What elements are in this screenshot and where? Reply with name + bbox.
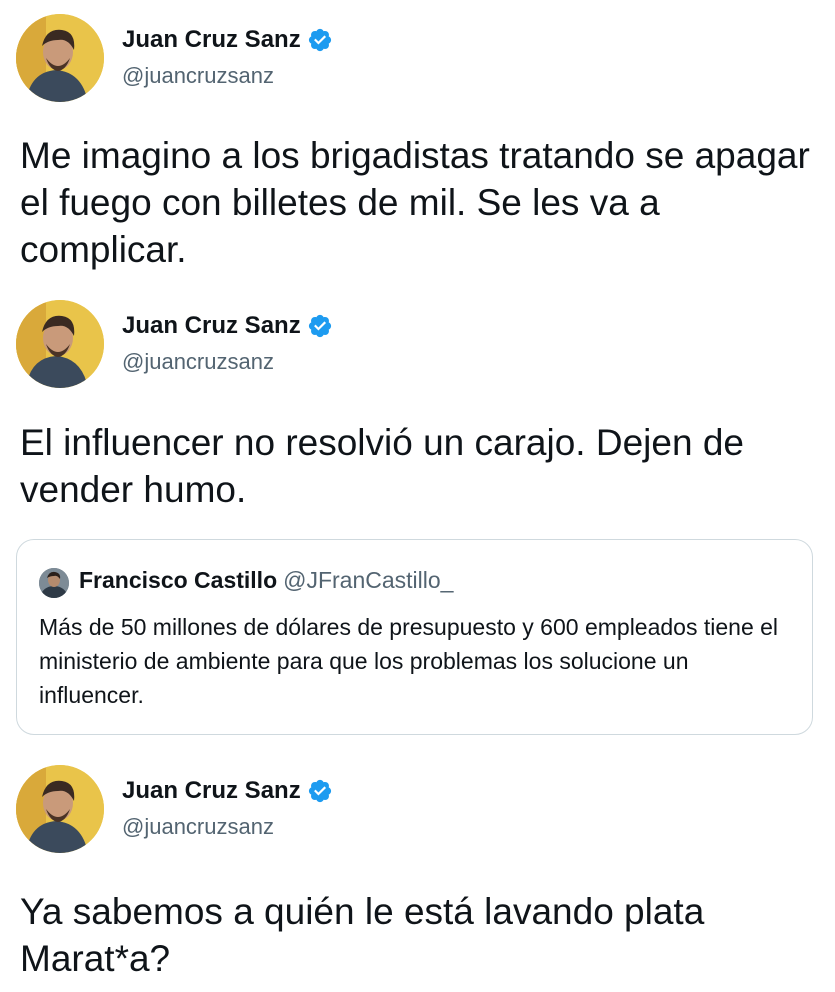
quoted-author-avatar[interactable]: [39, 568, 69, 598]
profile-photo-icon: [16, 14, 104, 102]
avatar[interactable]: [16, 14, 104, 102]
author-name[interactable]: Juan Cruz Sanz: [122, 312, 301, 340]
tweet-text: Ya sabemos a quién le está lavando plata…: [20, 891, 705, 979]
avatar[interactable]: [16, 765, 104, 853]
tweet-3: Juan Cruz Sanz @juancruzsanz Ya sabemos …: [0, 765, 835, 992]
quoted-tweet-card[interactable]: Francisco Castillo @JFranCastillo_ Más de…: [16, 539, 813, 735]
profile-photo-icon: [16, 765, 104, 853]
author-handle[interactable]: @juancruzsanz: [122, 63, 274, 89]
profile-photo-icon: [16, 300, 104, 388]
quoted-tweet-text: Más de 50 millones de dólares de presupu…: [39, 614, 779, 708]
verified-badge-icon: [308, 779, 331, 803]
tweet-text: Me imagino a los brigadistas tratando se…: [20, 135, 810, 270]
quoted-author-handle[interactable]: @JFranCastillo_: [283, 567, 453, 593]
author-handle[interactable]: @juancruzsanz: [122, 814, 274, 840]
quoted-author-name[interactable]: Francisco Castillo: [79, 567, 277, 593]
verified-badge-icon: [308, 28, 331, 52]
avatar[interactable]: [16, 300, 104, 388]
verified-badge-icon: [308, 314, 331, 338]
tweet-1: Juan Cruz Sanz @juancruzsanz Me imagino …: [0, 0, 835, 285]
author-name[interactable]: Juan Cruz Sanz: [122, 26, 301, 54]
author-handle[interactable]: @juancruzsanz: [122, 349, 274, 375]
quoted-author-header: Francisco Castillo @JFranCastillo_: [79, 567, 453, 594]
tweet-text: El influencer no resolvió un carajo. Dej…: [20, 422, 744, 510]
author-name[interactable]: Juan Cruz Sanz: [122, 777, 301, 805]
profile-photo-icon: [39, 568, 69, 598]
